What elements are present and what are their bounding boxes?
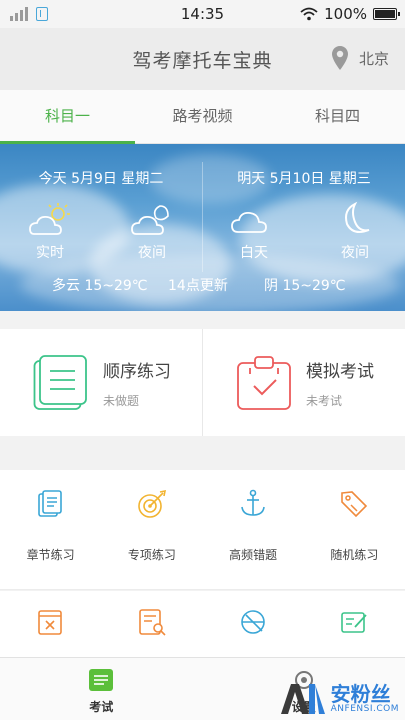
tomorrow-night-label: 夜间 [341,245,369,261]
watermark: 安粉丝 ANFENSI.COM [279,682,399,716]
watermark-logo [280,684,325,714]
random-practice-item[interactable]: 随机练习 [304,470,405,589]
sequential-practice-card[interactable]: 顺序练习 未做题 [0,329,202,436]
search-document-item[interactable] [101,591,202,657]
mock-exam-title: 模拟考试 [306,361,374,382]
frequent-errors-item[interactable]: 高频错题 [203,470,304,589]
clipboard-check-icon [237,355,291,410]
nav-exam[interactable]: 考试 [0,658,203,720]
subject-tabs: 科目一 路考视频 科目四 [0,90,405,144]
chart-circle-item[interactable] [203,591,304,657]
wifi-icon [300,7,318,21]
feature-grid: 章节练习 专项练习 高频错题 随机练习 [0,470,405,590]
city-label: 北京 [358,49,389,68]
tomorrow-summary: 阴 15~29℃ [264,278,346,294]
mock-exam-subtitle: 未考试 [306,393,343,408]
practice-cards: 顺序练习 未做题 模拟考试 未考试 [0,329,405,436]
nav-exam-label: 考试 [89,700,114,714]
location-pin-icon [331,46,348,70]
feature-grid-secondary [0,591,405,657]
chapter-practice-item[interactable]: 章节练习 [0,470,101,589]
watermark-cn: 安粉丝 [330,682,391,706]
battery-icon [373,8,400,20]
today-day-label: 实时 [36,245,64,261]
tomorrow-date: 明天 5月10日 星期三 [237,171,371,187]
chapter-book-icon [37,490,62,517]
exam-icon [89,669,114,691]
tab-subject-one[interactable]: 科目一 [0,90,135,144]
today-date: 今天 5月9日 星期二 [38,171,164,187]
status-bar: 14:35 100% [0,0,405,28]
partly-cloudy-sun-icon [29,203,70,235]
today-summary: 多云 15~29℃ [52,278,148,294]
cloud-icon [231,211,267,233]
frequent-errors-label: 高频错题 [229,548,278,562]
special-practice-label: 专项练习 [127,548,176,562]
sequential-practice-subtitle: 未做题 [103,393,140,408]
city-selector[interactable]: 北京 [331,45,389,71]
app-header: 驾考摩托车宝典 北京 [0,28,405,90]
edit-note-item[interactable] [304,591,405,657]
tag-icon [341,491,368,518]
moon-icon [345,201,370,233]
search-document-icon [139,609,166,636]
list-document-icon [33,354,87,410]
weather-panel: 今天 5月9日 星期二 明天 5月10日 星期三 实时 夜间 白天 夜间 多云 … [0,144,405,311]
anchor-icon [241,489,265,516]
mock-exam-card[interactable]: 模拟考试 未考试 [202,329,405,436]
wrong-book-icon [37,610,62,635]
edit-note-icon [341,612,368,633]
battery-percent: 100% [324,5,367,23]
tab-road-video[interactable]: 路考视频 [135,90,270,143]
chart-circle-icon [241,610,265,634]
today-night-label: 夜间 [138,245,166,261]
special-practice-item[interactable]: 专项练习 [101,470,202,589]
app-title: 驾考摩托车宝典 [132,49,273,72]
random-practice-label: 随机练习 [330,548,379,562]
sequential-practice-title: 顺序练习 [103,361,171,382]
wrong-book-item[interactable] [0,591,101,657]
chapter-practice-label: 章节练习 [26,548,75,562]
tomorrow-day-label: 白天 [240,245,268,261]
tab-subject-four[interactable]: 科目四 [270,90,405,143]
cloudy-moon-icon [131,205,169,235]
update-time: 14点更新 [168,278,228,294]
watermark-en: ANFENSI.COM [330,704,399,714]
target-icon [138,489,166,518]
